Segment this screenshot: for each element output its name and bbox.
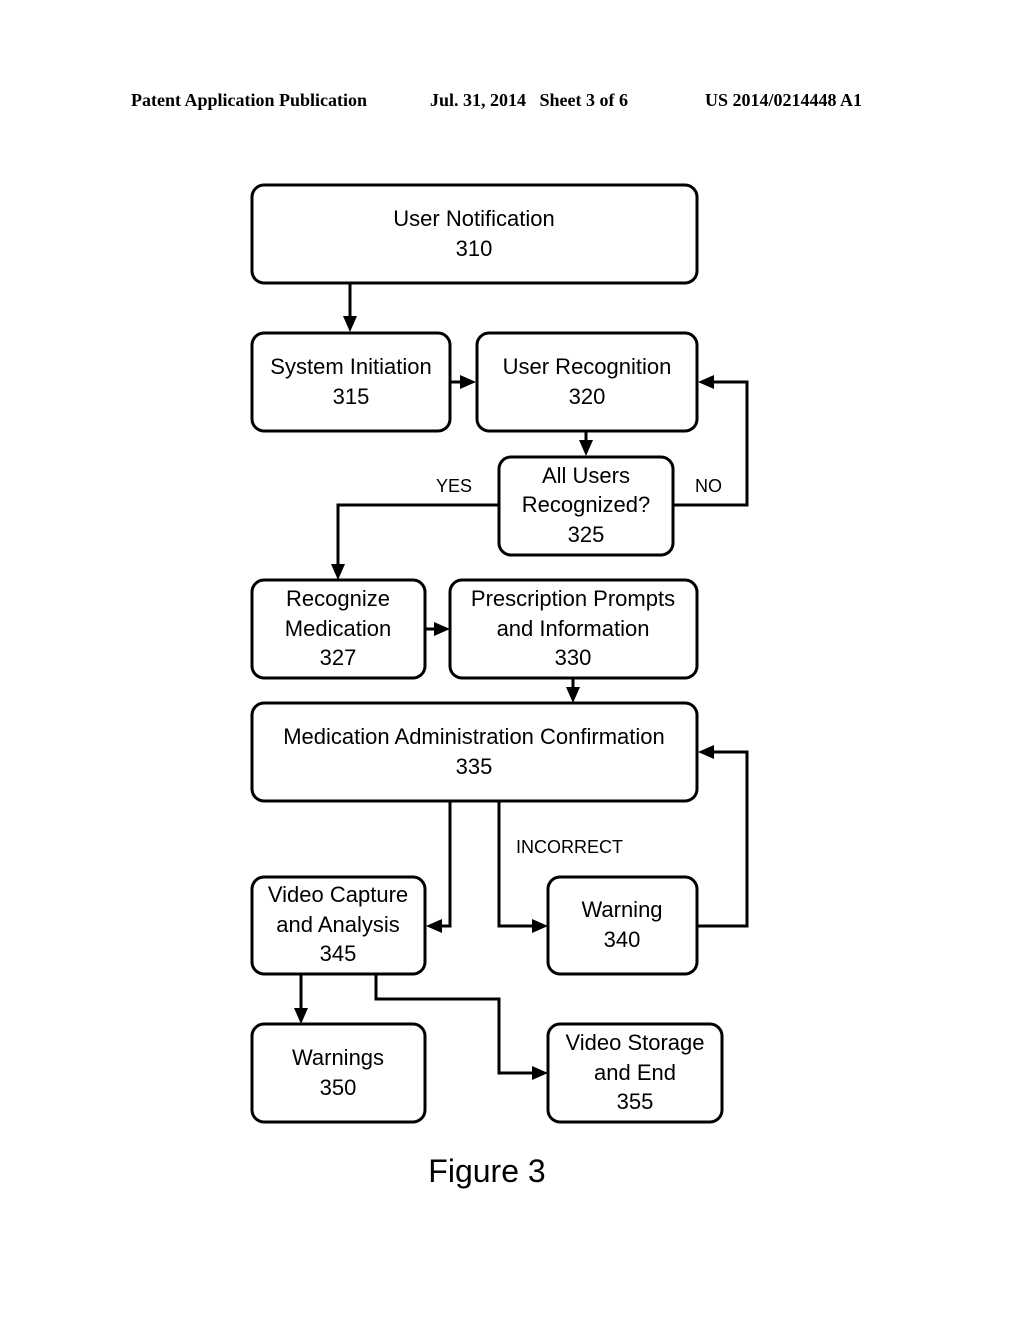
arrow-head xyxy=(426,919,442,933)
node-number: 340 xyxy=(604,927,641,952)
node-title-line1: All Users xyxy=(542,463,630,488)
node-title-line2: Medication xyxy=(285,616,391,641)
node-number: 315 xyxy=(333,384,370,409)
node-number: 350 xyxy=(320,1075,357,1100)
node-box xyxy=(250,331,452,433)
arrow-head xyxy=(460,375,476,389)
node-number: 345 xyxy=(320,941,357,966)
node-box xyxy=(546,875,699,976)
node-title-line1: Prescription Prompts xyxy=(471,586,675,611)
node-335-medication-administration-confirmation: Medication Administration Confirmation 3… xyxy=(250,701,699,803)
node-310-user-notification: User Notification 310 xyxy=(250,183,699,285)
node-number: 310 xyxy=(456,236,493,261)
node-box xyxy=(250,701,699,803)
edge-335-345 xyxy=(440,801,452,928)
arrow-head xyxy=(532,1066,548,1080)
node-title: System Initiation xyxy=(270,354,431,379)
figure-caption: Figure 3 xyxy=(428,1153,545,1189)
node-box xyxy=(475,331,699,433)
edge-label-incorrect: INCORRECT xyxy=(516,837,623,857)
node-title-line2: Recognized? xyxy=(522,492,650,517)
edge-340-335 xyxy=(697,750,749,928)
node-title-line1: Video Storage xyxy=(565,1030,704,1055)
arrow-head xyxy=(579,440,593,456)
node-box xyxy=(250,183,699,285)
node-title: User Notification xyxy=(393,206,554,231)
node-title-line2: and Information xyxy=(497,616,650,641)
node-number: 325 xyxy=(568,522,605,547)
node-title-line1: Video Capture xyxy=(268,882,408,907)
node-title: Warning xyxy=(581,897,662,922)
edge-label-no: NO xyxy=(695,476,722,496)
arrow-head xyxy=(698,375,714,389)
arrow-head xyxy=(294,1008,308,1024)
arrow-head xyxy=(532,919,548,933)
node-345-video-capture-analysis: Video Capture and Analysis 345 xyxy=(250,875,427,976)
node-title-line2: and End xyxy=(594,1060,676,1085)
node-title: Medication Administration Confirmation xyxy=(283,724,665,749)
node-number: 355 xyxy=(617,1089,654,1114)
arrow-head xyxy=(434,622,450,636)
node-350-warnings: Warnings 350 xyxy=(250,1022,427,1124)
arrow-head xyxy=(343,316,357,332)
node-315-system-initiation: System Initiation 315 xyxy=(250,331,452,433)
node-number: 320 xyxy=(569,384,606,409)
node-330-prescription-prompts: Prescription Prompts and Information 330 xyxy=(448,578,699,680)
edge-325-327-yes xyxy=(336,503,498,566)
node-320-user-recognition: User Recognition 320 xyxy=(475,331,699,433)
arrow-head xyxy=(331,564,345,580)
node-355-video-storage-end: Video Storage and End 355 xyxy=(546,1022,724,1124)
node-325-all-users-recognized: All Users Recognized? 325 xyxy=(497,455,675,557)
arrow-head xyxy=(566,687,580,703)
edge-335-340-incorrect xyxy=(497,801,534,928)
flowchart: YES NO INCORRECT User Notification 310 S… xyxy=(250,183,749,1189)
node-number: 330 xyxy=(555,645,592,670)
edge-label-yes: YES xyxy=(436,476,472,496)
node-title: Warnings xyxy=(292,1045,384,1070)
node-number: 327 xyxy=(320,645,357,670)
node-title: User Recognition xyxy=(503,354,672,379)
node-box xyxy=(250,1022,427,1124)
node-327-recognize-medication: Recognize Medication 327 xyxy=(250,578,427,680)
arrow-head xyxy=(698,745,714,759)
node-340-warning: Warning 340 xyxy=(546,875,699,976)
node-title-line2: and Analysis xyxy=(276,912,400,937)
node-title-line1: Recognize xyxy=(286,586,390,611)
node-number: 335 xyxy=(456,754,493,779)
